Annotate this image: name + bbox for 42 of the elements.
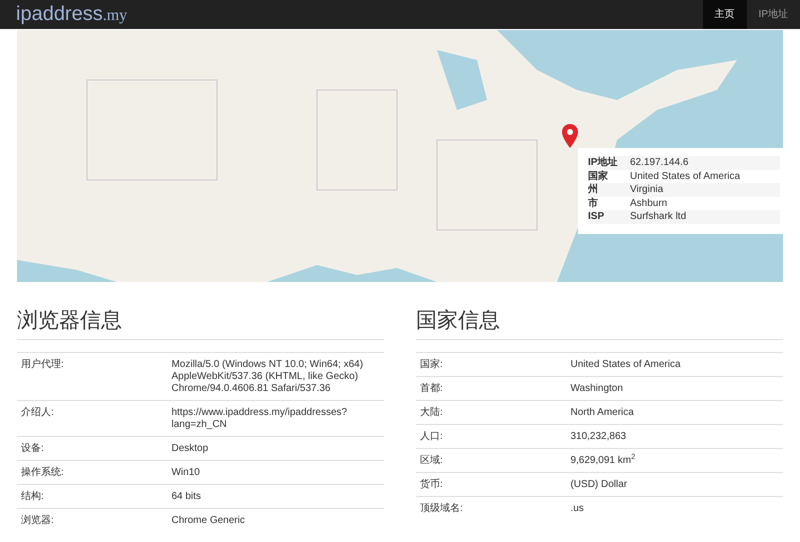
table-cell: 人口: bbox=[416, 424, 566, 449]
table-cell: 国家: bbox=[416, 352, 566, 377]
nav-link[interactable]: 主页 bbox=[702, 0, 747, 29]
table-cell: 9,629,091 km$^{2}$ bbox=[566, 448, 783, 473]
popup-value: Ashburn bbox=[630, 196, 668, 210]
table-cell: Mozilla/5.0 (Windows NT 10.0; Win64; x64) AppleWebKit/537.36 (KHTML, like Gecko) Chrome/94.0.4606.81 Safari/537.36 bbox=[167, 352, 384, 401]
table-cell: 310,232,863 bbox=[566, 424, 783, 449]
table-cell: 区域: bbox=[416, 448, 566, 473]
popup-value: Surfshark ltd bbox=[630, 210, 686, 224]
popup-label: IP地址 bbox=[588, 156, 618, 170]
site-logo[interactable]: ipaddress.my bbox=[16, 0, 128, 29]
table-cell: 首都: bbox=[416, 376, 566, 401]
table-cell: 顶级域名: bbox=[416, 496, 566, 520]
section-heading: 国家信息 bbox=[416, 308, 783, 340]
table-cell: 大陆: bbox=[416, 400, 566, 425]
popup-label: 国家 bbox=[588, 170, 609, 183]
section-heading: 浏览器信息 bbox=[17, 308, 384, 340]
table-cell: 浏览器: bbox=[17, 508, 168, 532]
table-cell: (USD) Dollar bbox=[566, 472, 783, 497]
nav-link[interactable]: IP地址 bbox=[746, 0, 800, 29]
map-pin-icon[interactable] bbox=[562, 124, 578, 148]
table-cell: Win10 bbox=[167, 460, 384, 485]
table-cell: United States of America bbox=[566, 352, 783, 377]
table-cell: 64 bits bbox=[167, 484, 384, 509]
table-cell: .us bbox=[566, 496, 783, 520]
table-cell: 货币: bbox=[416, 472, 566, 497]
table-cell: Chrome Generic bbox=[167, 508, 384, 532]
popup-label: 市 bbox=[588, 196, 599, 210]
table-cell: Washington bbox=[566, 376, 783, 401]
popup-label: ISP bbox=[588, 210, 606, 224]
table-cell: https://www.ipaddress.my/ipaddresses?lang=zh_CN bbox=[167, 400, 384, 437]
table-cell: 设备: bbox=[17, 436, 168, 461]
table-cell: 用户代理: bbox=[17, 352, 168, 401]
popup-label: 州 bbox=[588, 183, 599, 196]
popup-value: 62.197.144.6 bbox=[630, 156, 688, 170]
popup-value: Virginia bbox=[630, 183, 664, 196]
table-cell: 结构: bbox=[17, 484, 168, 509]
table-cell: Desktop bbox=[167, 436, 384, 461]
table-cell: 操作系统: bbox=[17, 460, 168, 485]
table-cell: North America bbox=[566, 400, 783, 425]
popup-value: United States of America bbox=[630, 170, 740, 183]
table-cell: 介绍人: bbox=[17, 400, 168, 437]
